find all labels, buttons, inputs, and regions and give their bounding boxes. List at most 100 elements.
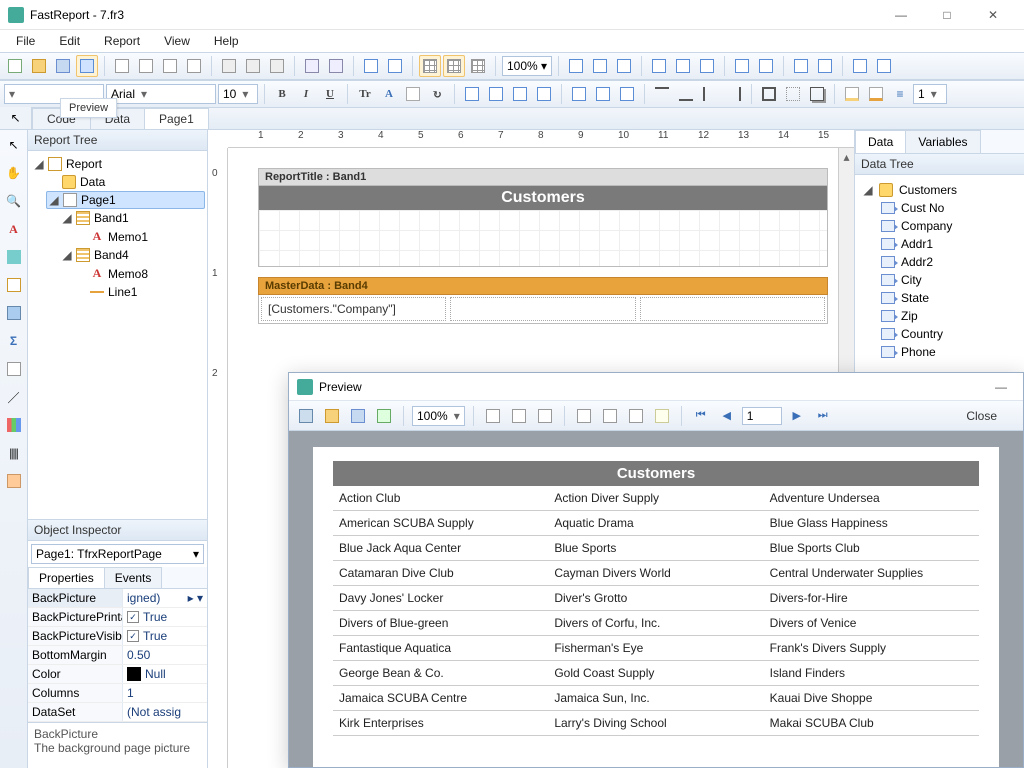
pw-margins-button[interactable] (573, 405, 595, 427)
property-grid[interactable]: BackPictureigned)▸ ▾BackPicturePrintal✓T… (28, 589, 207, 722)
redo-button[interactable] (325, 55, 347, 77)
pw-outline-button[interactable] (599, 405, 621, 427)
pw-open-button[interactable] (321, 405, 343, 427)
page-settings-button[interactable] (183, 55, 205, 77)
font-family-combo[interactable]: Arial▾ (106, 84, 216, 104)
field-row[interactable]: Zip (859, 307, 1020, 325)
zoom-tool-icon[interactable]: 🔍 (5, 192, 23, 210)
align-left-button[interactable] (461, 83, 483, 105)
master-data-band-header[interactable]: MasterData : Band4 (258, 277, 828, 295)
subreport-tool-icon[interactable] (5, 360, 23, 378)
menu-edit[interactable]: Edit (47, 31, 92, 51)
center-h-band-button[interactable] (790, 55, 812, 77)
tree-node-page1[interactable]: ◢Page1 (46, 191, 205, 209)
field-row[interactable]: Cust No (859, 199, 1020, 217)
frame-left-button[interactable] (699, 83, 721, 105)
font-settings-button[interactable]: Tr (354, 83, 376, 105)
same-height-button[interactable] (873, 55, 895, 77)
sum-tool-icon[interactable]: Σ (5, 332, 23, 350)
ungroup-button[interactable] (384, 55, 406, 77)
cut-button[interactable] (218, 55, 240, 77)
center-v-band-button[interactable] (814, 55, 836, 77)
valign-bot-button[interactable] (616, 83, 638, 105)
pw-export-button[interactable] (373, 405, 395, 427)
bold-button[interactable]: B (271, 83, 293, 105)
align-center-h-button[interactable] (589, 55, 611, 77)
prop-row[interactable]: BackPicturePrintal✓True (28, 608, 207, 627)
pw-wholepage-button[interactable] (482, 405, 504, 427)
prop-row[interactable]: Columns1 (28, 684, 207, 703)
frame-all-button[interactable] (758, 83, 780, 105)
prop-row[interactable]: BottomMargin0.50 (28, 646, 207, 665)
pw-last-button[interactable]: ⏭ (812, 405, 834, 427)
band-tool-icon[interactable] (5, 276, 23, 294)
frame-color-button[interactable] (865, 83, 887, 105)
fill-color-button[interactable] (841, 83, 863, 105)
valign-mid-button[interactable] (592, 83, 614, 105)
picture-tool-icon[interactable] (5, 304, 23, 322)
new-page-button[interactable] (111, 55, 133, 77)
tab-variables[interactable]: Variables (905, 130, 980, 153)
frame-bottom-button[interactable] (675, 83, 697, 105)
undo-button[interactable] (301, 55, 323, 77)
fit-grid-button[interactable] (467, 55, 489, 77)
menu-view[interactable]: View (152, 31, 202, 51)
space-h-button[interactable] (731, 55, 753, 77)
prop-row[interactable]: BackPictureVisible✓True (28, 627, 207, 646)
highlight-button[interactable] (402, 83, 424, 105)
pw-first-button[interactable]: ⏮ (690, 405, 712, 427)
align-right-button[interactable] (509, 83, 531, 105)
align-center-button[interactable] (485, 83, 507, 105)
frame-none-button[interactable] (782, 83, 804, 105)
memo-empty-3[interactable] (640, 297, 825, 321)
field-row[interactable]: Company (859, 217, 1020, 235)
preview-button[interactable] (76, 55, 98, 77)
report-tree[interactable]: ◢Report Data ◢Page1 ◢Band1 AMemo1 ◢Band4… (28, 151, 207, 519)
preview-minimize-button[interactable]: — (987, 380, 1015, 394)
pointer-tool[interactable]: ↖ (0, 107, 32, 129)
memo-company-expr[interactable]: [Customers."Company"] (261, 297, 446, 321)
same-width-button[interactable] (849, 55, 871, 77)
chart-tool-icon[interactable] (5, 416, 23, 434)
pw-twopages-button[interactable] (534, 405, 556, 427)
zoom-combo[interactable]: 100% ▾ (502, 56, 552, 76)
frame-top-button[interactable] (651, 83, 673, 105)
field-row[interactable]: Phone (859, 343, 1020, 361)
tab-events[interactable]: Events (104, 567, 163, 588)
copy-button[interactable] (242, 55, 264, 77)
valign-top-button[interactable] (568, 83, 590, 105)
hand-tool-icon[interactable]: ✋ (5, 164, 23, 182)
group-button[interactable] (360, 55, 382, 77)
pw-prev-button[interactable]: ◀ (716, 405, 738, 427)
prop-row[interactable]: DataSet(Not assig (28, 703, 207, 722)
close-button[interactable]: ✕ (970, 0, 1016, 30)
show-grid-button[interactable] (419, 55, 441, 77)
minimize-button[interactable]: — (878, 0, 924, 30)
open-button[interactable] (28, 55, 50, 77)
space-v-button[interactable] (755, 55, 777, 77)
format-tool-icon[interactable] (5, 248, 23, 266)
field-row[interactable]: Addr2 (859, 253, 1020, 271)
text-tool-icon[interactable]: A (5, 220, 23, 238)
frame-shadow-button[interactable] (806, 83, 828, 105)
underline-button[interactable]: U (319, 83, 341, 105)
barcode-tool-icon[interactable]: |||| (5, 444, 23, 462)
pw-close-button[interactable]: Close (966, 409, 997, 423)
line-tool-icon[interactable]: ／ (5, 388, 23, 406)
field-row[interactable]: Country (859, 325, 1020, 343)
paste-button[interactable] (266, 55, 288, 77)
pw-save-button[interactable] (347, 405, 369, 427)
frame-right-button[interactable] (723, 83, 745, 105)
menu-file[interactable]: File (4, 31, 47, 51)
prop-row[interactable]: ColorNull (28, 665, 207, 684)
maximize-button[interactable]: □ (924, 0, 970, 30)
font-color-button[interactable]: A (378, 83, 400, 105)
new-dialog-button[interactable] (135, 55, 157, 77)
pw-page-input[interactable] (742, 407, 782, 425)
pw-next-button[interactable]: ▶ (786, 405, 808, 427)
title-memo[interactable]: Customers (259, 186, 827, 210)
italic-button[interactable]: I (295, 83, 317, 105)
pw-zoom-combo[interactable]: 100%▾ (412, 406, 465, 426)
pw-edit-button[interactable] (651, 405, 673, 427)
align-bottom-edge-button[interactable] (696, 55, 718, 77)
